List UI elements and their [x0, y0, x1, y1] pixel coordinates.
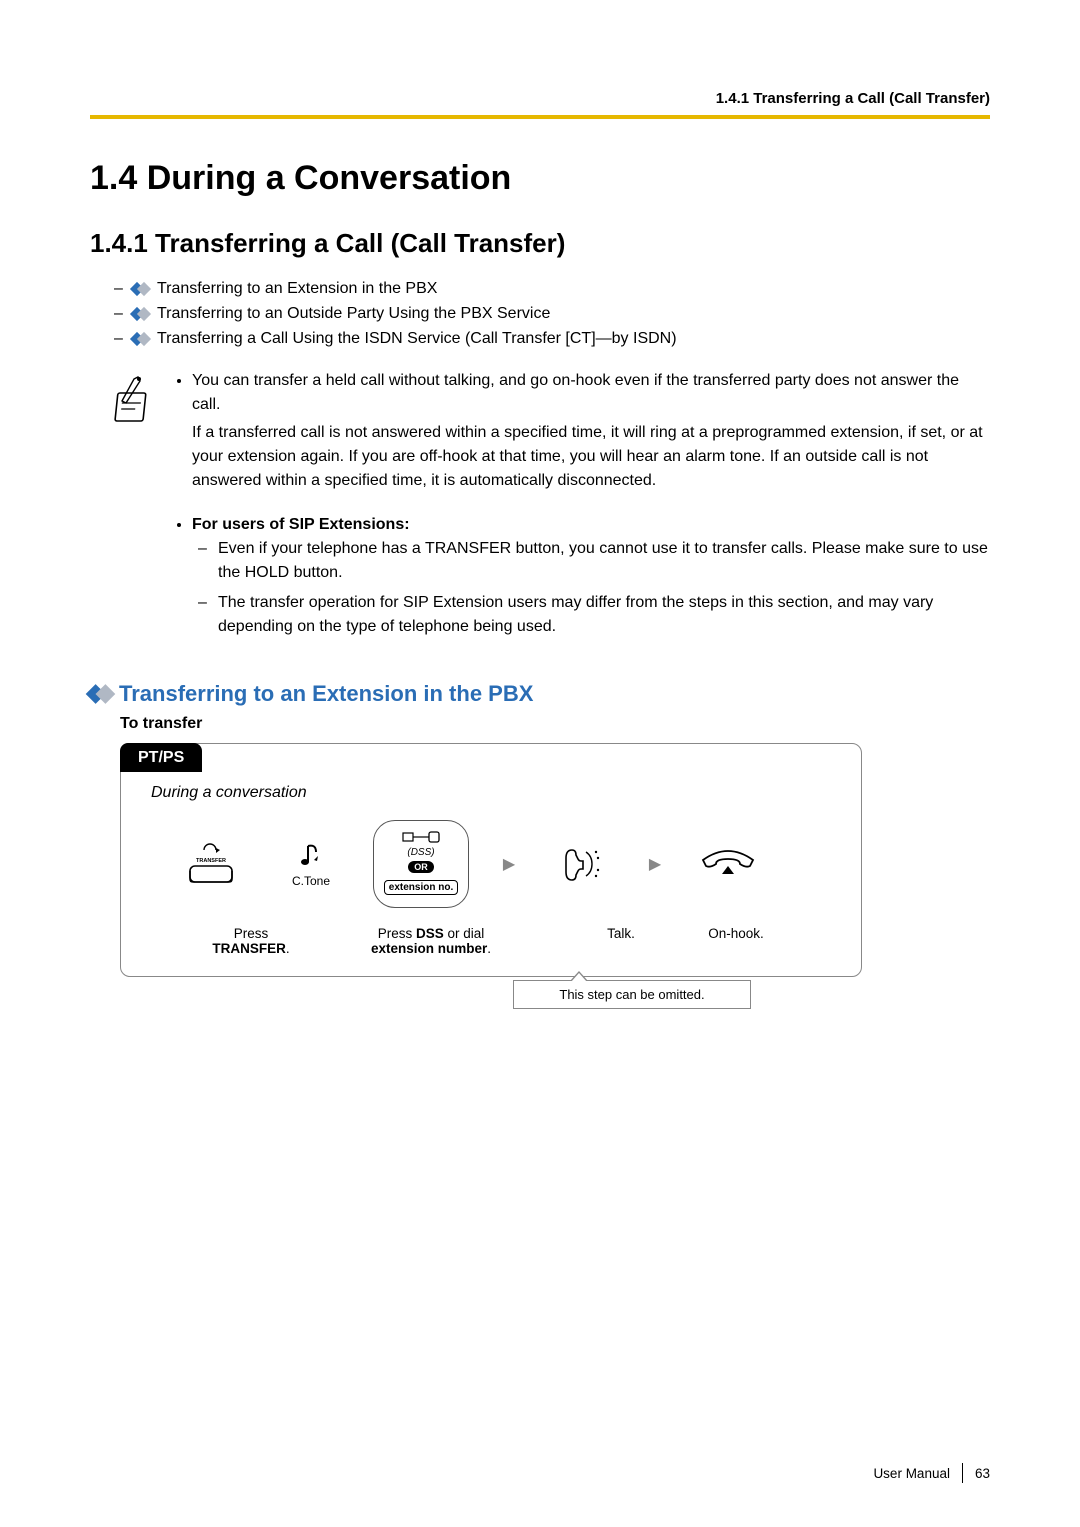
list-dash: – [114, 277, 132, 302]
cross-ref-item: – Transferring to an Outside Party Using… [114, 302, 990, 327]
diagram-context: During a conversation [151, 784, 841, 802]
diamond-bullet-icon [132, 334, 149, 344]
note-bullet: You can transfer a held call without tal… [192, 369, 990, 493]
ctone-label: C.Tone [271, 874, 351, 888]
arrow-icon: ▶ [637, 854, 673, 874]
header-rule [90, 115, 990, 119]
pencil-note-icon [114, 369, 170, 645]
arrow-icon: ▶ [491, 854, 527, 874]
page-footer: User Manual 63 [90, 1463, 990, 1483]
transfer-button-icon: TRANSFER [151, 842, 271, 886]
sip-sub-item: The transfer operation for SIP Extension… [218, 591, 990, 639]
note-para: If a transferred call is not answered wi… [192, 421, 990, 493]
page: 1.4.1 Transferring a Call (Call Transfer… [0, 0, 1080, 1527]
extension-no-label: extension no. [384, 880, 458, 895]
procedure-subheading: To transfer [120, 715, 990, 733]
tooltip-text: This step can be omitted. [559, 987, 704, 1002]
omit-step-tooltip: This step can be omitted. [513, 980, 751, 1009]
or-label: OR [408, 861, 434, 873]
caption-dss: Press DSS or dial extension number. [351, 926, 511, 956]
confirmation-tone-icon: C.Tone [271, 840, 351, 888]
sip-note: For users of SIP Extensions: Even if you… [170, 513, 990, 639]
footer-label: User Manual [873, 1466, 950, 1481]
cross-ref-list: – Transferring to an Extension in the PB… [114, 277, 990, 351]
note-block: You can transfer a held call without tal… [114, 369, 990, 645]
header-breadcrumb: 1.4.1 Transferring a Call (Call Transfer… [90, 90, 990, 107]
cross-ref-text: Transferring to an Outside Party Using t… [157, 302, 550, 327]
footer-divider [962, 1463, 963, 1483]
svg-text:TRANSFER: TRANSFER [196, 858, 226, 864]
onhook-icon [673, 844, 783, 884]
procedure-diagram: PT/PS During a conversation TRANSFER [120, 743, 862, 977]
note-body: You can transfer a held call without tal… [170, 369, 990, 645]
cross-ref-item: – Transferring a Call Using the ISDN Ser… [114, 327, 990, 352]
diamond-bullet-icon [132, 309, 149, 319]
caption-onhook: On-hook. [681, 926, 791, 956]
dss-or-extension: (DSS) OR extension no. [351, 820, 491, 908]
sip-title-item: For users of SIP Extensions: Even if you… [192, 513, 990, 639]
cross-ref-text: Transferring a Call Using the ISDN Servi… [157, 327, 677, 352]
cross-ref-item: – Transferring to an Extension in the PB… [114, 277, 990, 302]
diamond-bullet-icon [132, 284, 149, 294]
flow-captions: Press TRANSFER. Press DSS or dial extens… [151, 926, 841, 956]
subsection-heading: 1.4.1 Transferring a Call (Call Transfer… [90, 228, 990, 259]
section-heading: 1.4 During a Conversation [90, 159, 990, 198]
talk-icon [527, 840, 637, 888]
procedure-heading: Transferring to an Extension in the PBX [119, 681, 533, 707]
note-text: You can transfer a held call without tal… [192, 372, 959, 413]
dss-label: (DSS) [384, 847, 458, 858]
caption-transfer: Press TRANSFER. [151, 926, 351, 956]
diamond-bullet-icon [89, 687, 113, 701]
sip-sub-item: Even if your telephone has a TRANSFER bu… [218, 537, 990, 585]
caption-talk: Talk. [561, 926, 681, 956]
cross-ref-text: Transferring to an Extension in the PBX [157, 277, 437, 302]
page-number: 63 [975, 1466, 990, 1481]
diagram-tab: PT/PS [120, 743, 202, 772]
sip-title: For users of SIP Extensions: [192, 516, 410, 533]
flow-row: TRANSFER C.Tone [151, 820, 841, 908]
procedure-heading-row: Transferring to an Extension in the PBX [90, 681, 990, 707]
